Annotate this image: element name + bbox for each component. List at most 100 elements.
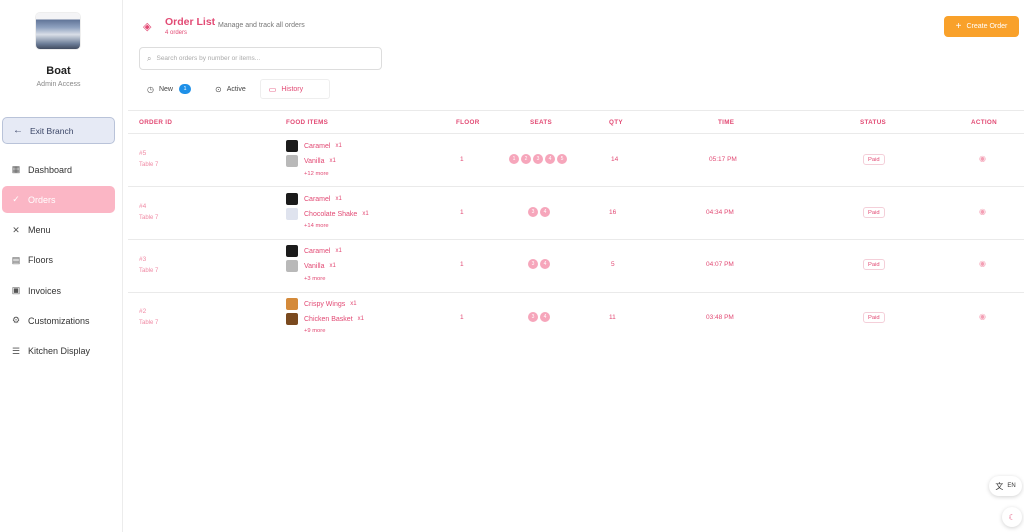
food-name: Caramel	[304, 142, 331, 150]
time-value: 04:07 PM	[706, 261, 734, 268]
food-thumbnail	[286, 140, 298, 152]
eye-icon[interactable]: ◉	[979, 207, 986, 216]
sidebar-item-label: Orders	[28, 194, 56, 205]
floor-value: 1	[460, 314, 464, 321]
translate-icon: 文	[995, 481, 1004, 491]
time-value: 04:34 PM	[706, 209, 734, 216]
sidebar-item-menu[interactable]: ✕ Menu	[2, 217, 115, 244]
order-id: #3	[139, 256, 147, 263]
sidebar-item-floors[interactable]: ▤ Floors	[2, 247, 115, 274]
seat-badge: 1	[509, 154, 519, 164]
seat-badge: 2	[521, 154, 531, 164]
exit-branch-button[interactable]: ← Exit Branch	[2, 117, 115, 144]
column-header-status: STATUS	[860, 119, 887, 126]
column-header-seats: SEATS	[530, 119, 553, 126]
tab-label: Active	[226, 85, 246, 93]
tab-history[interactable]: ▭ History	[259, 79, 331, 99]
create-order-button[interactable]: + Create Order	[944, 16, 1019, 37]
sidebar-item-kitchen-display[interactable]: ☰ Kitchen Display	[2, 338, 115, 365]
sidebar-item-label: Invoices	[28, 285, 62, 296]
food-name: Vanilla	[304, 157, 325, 165]
sidebar-item-orders[interactable]: ✓ Orders	[2, 186, 115, 214]
table-row[interactable]: #3 Table 7 Caramel x1 Vanilla x1 +3 more…	[128, 240, 1024, 293]
tab-label: History	[281, 85, 304, 93]
more-items-link[interactable]: +14 more	[304, 223, 329, 229]
food-item: Chicken Basket x1	[286, 313, 364, 325]
eye-icon[interactable]: ◉	[979, 312, 986, 321]
food-qty: x1	[329, 158, 336, 164]
exit-branch-label: Exit Branch	[30, 125, 74, 136]
food-qty: x1	[335, 143, 342, 149]
access-role: Admin Access	[36, 81, 81, 88]
page-subtitle: Manage and track all orders	[218, 22, 305, 29]
more-items-link[interactable]: +12 more	[304, 171, 329, 177]
status-badge: Paid	[863, 259, 885, 270]
create-order-label: Create Order	[966, 23, 1008, 30]
arrow-left-icon: ←	[13, 125, 23, 136]
food-qty: x1	[357, 316, 364, 322]
time-value: 05:17 PM	[709, 156, 737, 163]
table-row[interactable]: #2 Table 7 Crispy Wings x1 Chicken Baske…	[128, 293, 1024, 346]
page-title: Order List	[165, 16, 216, 28]
column-header-time: TIME	[718, 119, 735, 126]
moon-icon: ☾	[1008, 512, 1016, 522]
seat-list: 3 4	[528, 207, 550, 217]
column-header-action: ACTION	[971, 119, 997, 126]
food-name: Vanilla	[304, 262, 325, 270]
order-table: Table 7	[139, 215, 159, 221]
tab-active[interactable]: ⊙ Active	[207, 79, 254, 99]
seat-badge: 4	[545, 154, 555, 164]
eye-icon[interactable]: ◉	[979, 154, 986, 163]
list-check-icon: ☰	[11, 345, 21, 356]
sidebar-nav: ▦ Dashboard ✓ Orders ✕ Menu ▤ Floors ▣ I…	[2, 156, 115, 368]
main-content: ◈ Order List Manage and track all orders…	[123, 0, 1024, 532]
receipt-icon: ▣	[11, 285, 21, 296]
sidebar-item-customizations[interactable]: ⚙ Customizations	[2, 307, 115, 334]
food-item: Chocolate Shake x1	[286, 208, 369, 220]
table-row[interactable]: #5 Table 7 Caramel x1 Vanilla x1 +12 mor…	[128, 134, 1024, 187]
branch-logo	[36, 13, 80, 49]
sidebar-item-label: Kitchen Display	[28, 346, 91, 357]
food-item: Caramel x1	[286, 140, 342, 152]
column-header-food-items: FOOD ITEMS	[286, 119, 329, 126]
sidebar-item-label: Customizations	[28, 315, 90, 326]
utensils-icon: ✕	[12, 224, 20, 235]
food-item: Vanilla x1	[286, 155, 336, 167]
food-name: Caramel	[304, 247, 331, 255]
search-input[interactable]	[156, 55, 357, 62]
play-circle-icon: ⊙	[215, 84, 222, 94]
order-table: Table 7	[139, 162, 159, 168]
archive-icon: ▭	[268, 84, 277, 94]
language-switcher[interactable]: 文 EN	[989, 476, 1022, 496]
seat-badge: 4	[540, 259, 550, 269]
food-name: Crispy Wings	[304, 300, 346, 308]
more-items-link[interactable]: +9 more	[304, 328, 325, 334]
status-badge: Paid	[863, 312, 885, 323]
theme-toggle-button[interactable]: ☾	[1002, 507, 1022, 527]
food-name: Chocolate Shake	[304, 210, 358, 218]
qty-value: 16	[609, 209, 617, 216]
sidebar-item-label: Floors	[28, 255, 54, 266]
seat-badge: 3	[528, 312, 538, 322]
seat-badge: 4	[540, 312, 550, 322]
sidebar-item-dashboard[interactable]: ▦ Dashboard	[2, 156, 115, 183]
sidebar-item-invoices[interactable]: ▣ Invoices	[2, 277, 115, 304]
food-thumbnail	[286, 260, 298, 272]
plus-icon: +	[955, 21, 962, 32]
eye-icon[interactable]: ◉	[979, 259, 986, 268]
food-thumbnail	[286, 155, 298, 167]
box-icon: ◈	[143, 21, 152, 33]
sidebar-item-label: Menu	[28, 225, 51, 236]
table-row[interactable]: #4 Table 7 Caramel x1 Chocolate Shake x1…	[128, 187, 1024, 240]
search-box[interactable]: ⌕	[139, 47, 382, 70]
tab-new[interactable]: ◷ New 1	[139, 79, 199, 99]
food-qty: x1	[335, 248, 342, 254]
branch-name: Boat	[46, 65, 71, 77]
qty-value: 14	[611, 156, 619, 163]
grid-icon: ▦	[11, 164, 21, 174]
more-items-link[interactable]: +3 more	[304, 276, 325, 282]
language-code: EN	[1007, 483, 1016, 489]
food-name: Caramel	[304, 195, 331, 203]
gear-icon: ⚙	[11, 315, 21, 326]
seat-list: 3 4	[528, 312, 550, 322]
